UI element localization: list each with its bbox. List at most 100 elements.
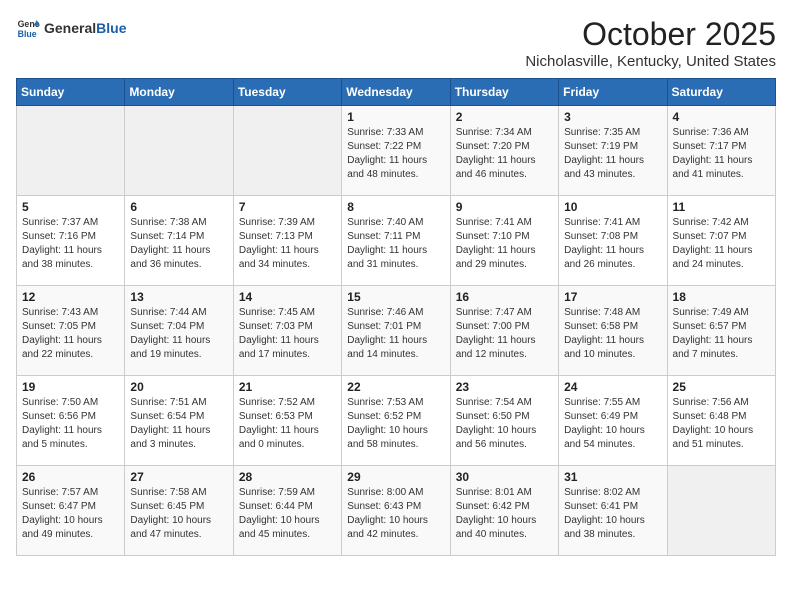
header-saturday: Saturday [667, 79, 775, 106]
day-number: 22 [347, 380, 444, 394]
calendar-week-row: 19Sunrise: 7:50 AMSunset: 6:56 PMDayligh… [17, 376, 776, 466]
day-number: 3 [564, 110, 661, 124]
day-info: Sunrise: 7:40 AMSunset: 7:11 PMDaylight:… [347, 216, 444, 272]
day-info: Sunrise: 7:56 AMSunset: 6:48 PMDaylight:… [673, 396, 770, 452]
calendar-cell: 29 Sunrise: 8:00 AMSunset: 6:43 PMDayligh… [342, 466, 450, 556]
day-number: 6 [130, 200, 227, 214]
calendar-cell: 13Sunrise: 7:44 AMSunset: 7:04 PMDayligh… [125, 286, 233, 376]
day-info: Sunrise: 7:58 AMSunset: 6:45 PMDaylight:… [130, 486, 227, 542]
day-number: 27 [130, 470, 227, 484]
calendar-cell: 30 Sunrise: 8:01 AMSunset: 6:42 PMDayligh… [450, 466, 558, 556]
day-number: 20 [130, 380, 227, 394]
day-number: 19 [22, 380, 119, 394]
day-number: 2 [456, 110, 553, 124]
calendar-cell: 5Sunrise: 7:37 AMSunset: 7:16 PMDaylight… [17, 196, 125, 286]
day-number: 24 [564, 380, 661, 394]
day-number: 28 [239, 470, 336, 484]
day-number: 29 [347, 470, 444, 484]
day-number: 4 [673, 110, 770, 124]
calendar-cell [125, 106, 233, 196]
calendar-week-row: 1 Sunrise: 7:33 AMSunset: 7:22 PMDaylight… [17, 106, 776, 196]
day-info: Sunrise: 7:55 AMSunset: 6:49 PMDaylight:… [564, 396, 661, 452]
header-wednesday: Wednesday [342, 79, 450, 106]
calendar-week-row: 26Sunrise: 7:57 AMSunset: 6:47 PMDayligh… [17, 466, 776, 556]
day-number: 15 [347, 290, 444, 304]
day-number: 26 [22, 470, 119, 484]
calendar-cell: 2Sunrise: 7:34 AMSunset: 7:20 PMDaylight… [450, 106, 558, 196]
day-info: Sunrise: 7:51 AMSunset: 6:54 PMDaylight:… [130, 396, 227, 452]
day-info: Sunrise: 7:37 AMSunset: 7:16 PMDaylight:… [22, 216, 119, 272]
day-info: Sunrise: 7:49 AMSunset: 6:57 PMDaylight:… [673, 306, 770, 362]
day-number: 1 [347, 110, 444, 124]
calendar-cell: 24 Sunrise: 7:55 AMSunset: 6:49 PMDayligh… [559, 376, 667, 466]
day-info: Sunrise: 7:33 AMSunset: 7:22 PMDaylight:… [347, 126, 444, 182]
day-info: Sunrise: 7:41 AMSunset: 7:10 PMDaylight:… [456, 216, 553, 272]
calendar-cell: 26Sunrise: 7:57 AMSunset: 6:47 PMDayligh… [17, 466, 125, 556]
calendar-cell: 8 Sunrise: 7:40 AMSunset: 7:11 PMDaylight… [342, 196, 450, 286]
day-info: Sunrise: 7:35 AMSunset: 7:19 PMDaylight:… [564, 126, 661, 182]
day-info: Sunrise: 7:52 AMSunset: 6:53 PMDaylight:… [239, 396, 336, 452]
header-tuesday: Tuesday [233, 79, 341, 106]
day-info: Sunrise: 7:43 AMSunset: 7:05 PMDaylight:… [22, 306, 119, 362]
day-info: Sunrise: 8:00 AMSunset: 6:43 PMDaylight:… [347, 486, 444, 542]
calendar-cell: 11 Sunrise: 7:42 AMSunset: 7:07 PMDayligh… [667, 196, 775, 286]
location-title: Nicholasville, Kentucky, United States [525, 53, 776, 70]
calendar-cell: 7 Sunrise: 7:39 AMSunset: 7:13 PMDaylight… [233, 196, 341, 286]
day-number: 31 [564, 470, 661, 484]
day-info: Sunrise: 7:39 AMSunset: 7:13 PMDaylight:… [239, 216, 336, 272]
header-friday: Friday [559, 79, 667, 106]
calendar-cell: 10Sunrise: 7:41 AMSunset: 7:08 PMDayligh… [559, 196, 667, 286]
calendar-cell: 4 Sunrise: 7:36 AMSunset: 7:17 PMDaylight… [667, 106, 775, 196]
calendar-cell: 28 Sunrise: 7:59 AMSunset: 6:44 PMDayligh… [233, 466, 341, 556]
day-info: Sunrise: 7:38 AMSunset: 7:14 PMDaylight:… [130, 216, 227, 272]
calendar-cell: 16Sunrise: 7:47 AMSunset: 7:00 PMDayligh… [450, 286, 558, 376]
logo: General Blue General Blue [16, 16, 126, 40]
calendar-cell: 20 Sunrise: 7:51 AMSunset: 6:54 PMDayligh… [125, 376, 233, 466]
day-number: 8 [347, 200, 444, 214]
day-info: Sunrise: 8:01 AMSunset: 6:42 PMDaylight:… [456, 486, 553, 542]
calendar-cell: 18 Sunrise: 7:49 AMSunset: 6:57 PMDayligh… [667, 286, 775, 376]
day-number: 7 [239, 200, 336, 214]
day-info: Sunrise: 7:53 AMSunset: 6:52 PMDaylight:… [347, 396, 444, 452]
day-info: Sunrise: 7:47 AMSunset: 7:00 PMDaylight:… [456, 306, 553, 362]
day-info: Sunrise: 7:45 AMSunset: 7:03 PMDaylight:… [239, 306, 336, 362]
calendar-cell: 12Sunrise: 7:43 AMSunset: 7:05 PMDayligh… [17, 286, 125, 376]
calendar-cell: 6 Sunrise: 7:38 AMSunset: 7:14 PMDaylight… [125, 196, 233, 286]
day-info: Sunrise: 7:54 AMSunset: 6:50 PMDaylight:… [456, 396, 553, 452]
day-info: Sunrise: 7:36 AMSunset: 7:17 PMDaylight:… [673, 126, 770, 182]
calendar-cell: 19Sunrise: 7:50 AMSunset: 6:56 PMDayligh… [17, 376, 125, 466]
month-title: October 2025 [525, 16, 776, 53]
calendar-cell: 9 Sunrise: 7:41 AMSunset: 7:10 PMDaylight… [450, 196, 558, 286]
day-number: 9 [456, 200, 553, 214]
calendar-cell: 23 Sunrise: 7:54 AMSunset: 6:50 PMDayligh… [450, 376, 558, 466]
day-info: Sunrise: 7:44 AMSunset: 7:04 PMDaylight:… [130, 306, 227, 362]
day-number: 25 [673, 380, 770, 394]
logo-blue-text: Blue [96, 20, 126, 36]
day-number: 17 [564, 290, 661, 304]
day-number: 10 [564, 200, 661, 214]
calendar-cell: 31 Sunrise: 8:02 AMSunset: 6:41 PMDayligh… [559, 466, 667, 556]
day-number: 11 [673, 200, 770, 214]
header: General Blue General Blue October 2025 N… [16, 16, 776, 70]
calendar-cell [667, 466, 775, 556]
header-thursday: Thursday [450, 79, 558, 106]
calendar-cell [17, 106, 125, 196]
svg-text:Blue: Blue [18, 29, 37, 39]
day-info: Sunrise: 7:42 AMSunset: 7:07 PMDaylight:… [673, 216, 770, 272]
day-number: 30 [456, 470, 553, 484]
logo-general-text: General [44, 20, 96, 36]
day-info: Sunrise: 7:48 AMSunset: 6:58 PMDaylight:… [564, 306, 661, 362]
calendar-cell: 22 Sunrise: 7:53 AMSunset: 6:52 PMDayligh… [342, 376, 450, 466]
day-number: 23 [456, 380, 553, 394]
day-info: Sunrise: 7:59 AMSunset: 6:44 PMDaylight:… [239, 486, 336, 542]
calendar-cell: 3 Sunrise: 7:35 AMSunset: 7:19 PMDaylight… [559, 106, 667, 196]
day-number: 18 [673, 290, 770, 304]
calendar-cell: 21 Sunrise: 7:52 AMSunset: 6:53 PMDayligh… [233, 376, 341, 466]
day-number: 21 [239, 380, 336, 394]
day-info: Sunrise: 7:46 AMSunset: 7:01 PMDaylight:… [347, 306, 444, 362]
calendar-header-row: SundayMondayTuesdayWednesdayThursdayFrid… [17, 79, 776, 106]
day-number: 14 [239, 290, 336, 304]
day-info: Sunrise: 8:02 AMSunset: 6:41 PMDaylight:… [564, 486, 661, 542]
calendar-cell: 1 Sunrise: 7:33 AMSunset: 7:22 PMDaylight… [342, 106, 450, 196]
header-sunday: Sunday [17, 79, 125, 106]
